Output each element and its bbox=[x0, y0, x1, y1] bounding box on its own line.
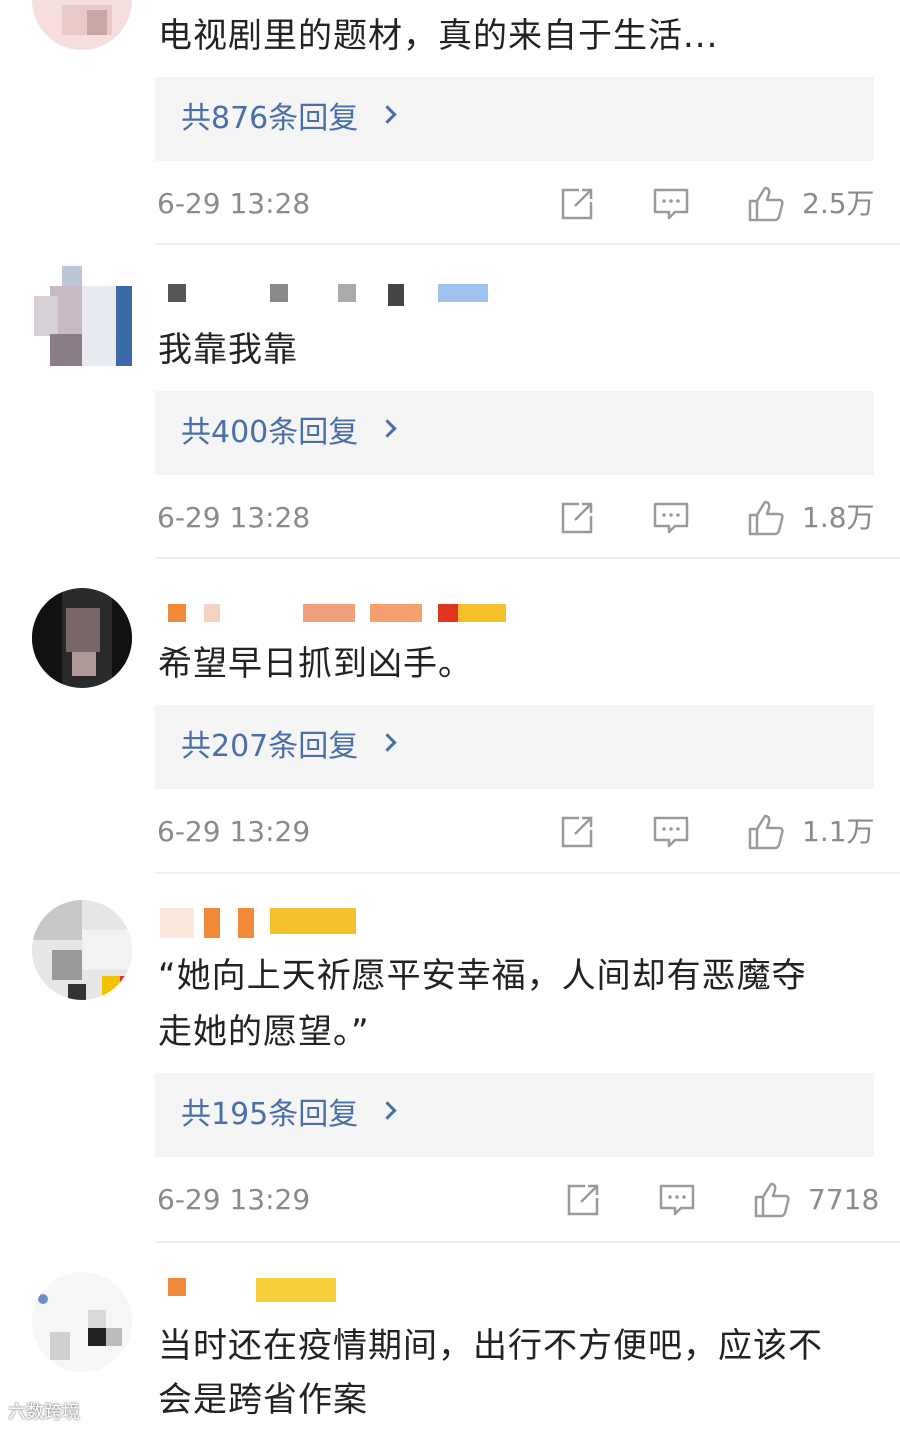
like-icon[interactable] bbox=[746, 184, 786, 224]
avatar[interactable] bbox=[32, 588, 132, 688]
comment-icon[interactable] bbox=[651, 184, 691, 224]
comment-text: 电视剧里的题材，真的来自于生活... bbox=[158, 16, 719, 56]
username[interactable] bbox=[160, 1278, 560, 1306]
comment-meta: 6-29 13:28 2.5万 bbox=[0, 180, 900, 230]
replies-label: 共195条回复 bbox=[181, 1097, 359, 1132]
username[interactable] bbox=[160, 604, 560, 632]
timestamp: 6-29 13:29 bbox=[157, 1183, 311, 1216]
comment-text-line-1: “她向上天祈愿平安幸福，人间却有恶魔夺 bbox=[158, 956, 807, 996]
chevron-right-icon bbox=[378, 419, 397, 438]
replies-label: 共207条回复 bbox=[181, 729, 359, 764]
replies-button[interactable]: 共876条回复 bbox=[155, 77, 874, 161]
share-icon[interactable] bbox=[557, 184, 597, 224]
comment-text-line-2: 走她的愿望。” bbox=[158, 1012, 370, 1052]
chevron-right-icon bbox=[378, 105, 397, 124]
divider bbox=[155, 872, 900, 874]
comment-text-line-1: 当时还在疫情期间，出行不方便吧，应该不 bbox=[158, 1326, 823, 1366]
chevron-right-icon bbox=[378, 1101, 397, 1120]
comment-text-line-2: 会是跨省作案 bbox=[158, 1380, 368, 1420]
replies-button[interactable]: 共207条回复 bbox=[155, 705, 874, 789]
like-count: 1.1万 bbox=[802, 815, 875, 848]
avatar[interactable] bbox=[32, 1272, 132, 1372]
avatar[interactable] bbox=[32, 0, 132, 50]
like-icon[interactable] bbox=[746, 498, 786, 538]
chevron-right-icon bbox=[378, 733, 397, 752]
replies-label: 共876条回复 bbox=[181, 101, 359, 136]
comment-icon[interactable] bbox=[651, 498, 691, 538]
replies-button[interactable]: 共400条回复 bbox=[155, 391, 874, 475]
comment-text: 希望早日抓到凶手。 bbox=[158, 644, 473, 684]
replies-label: 共400条回复 bbox=[181, 415, 359, 450]
share-icon[interactable] bbox=[557, 812, 597, 852]
replies-button[interactable]: 共195条回复 bbox=[155, 1073, 874, 1157]
comment-icon[interactable] bbox=[657, 1180, 697, 1220]
avatar[interactable] bbox=[32, 900, 132, 1000]
comment-meta: 6-29 13:28 1.8万 bbox=[0, 494, 900, 544]
comment-meta: 6-29 13:29 1.1万 bbox=[0, 808, 900, 858]
username[interactable] bbox=[160, 908, 560, 938]
watermark: 六数跨境 bbox=[8, 1402, 80, 1423]
share-icon[interactable] bbox=[563, 1180, 603, 1220]
comment-meta: 6-29 13:29 7718 bbox=[0, 1176, 900, 1226]
divider bbox=[155, 243, 900, 245]
username[interactable] bbox=[160, 284, 560, 312]
timestamp: 6-29 13:28 bbox=[157, 501, 311, 534]
like-count: 2.5万 bbox=[802, 187, 875, 220]
avatar[interactable] bbox=[32, 266, 132, 366]
timestamp: 6-29 13:28 bbox=[157, 187, 311, 220]
timestamp: 6-29 13:29 bbox=[157, 815, 311, 848]
like-icon[interactable] bbox=[746, 812, 786, 852]
comment-icon[interactable] bbox=[651, 812, 691, 852]
like-count: 7718 bbox=[808, 1183, 880, 1216]
divider bbox=[155, 1241, 900, 1243]
like-icon[interactable] bbox=[752, 1180, 792, 1220]
divider bbox=[155, 557, 900, 559]
share-icon[interactable] bbox=[557, 498, 597, 538]
comment-text: 我靠我靠 bbox=[158, 330, 298, 370]
like-count: 1.8万 bbox=[802, 501, 875, 534]
